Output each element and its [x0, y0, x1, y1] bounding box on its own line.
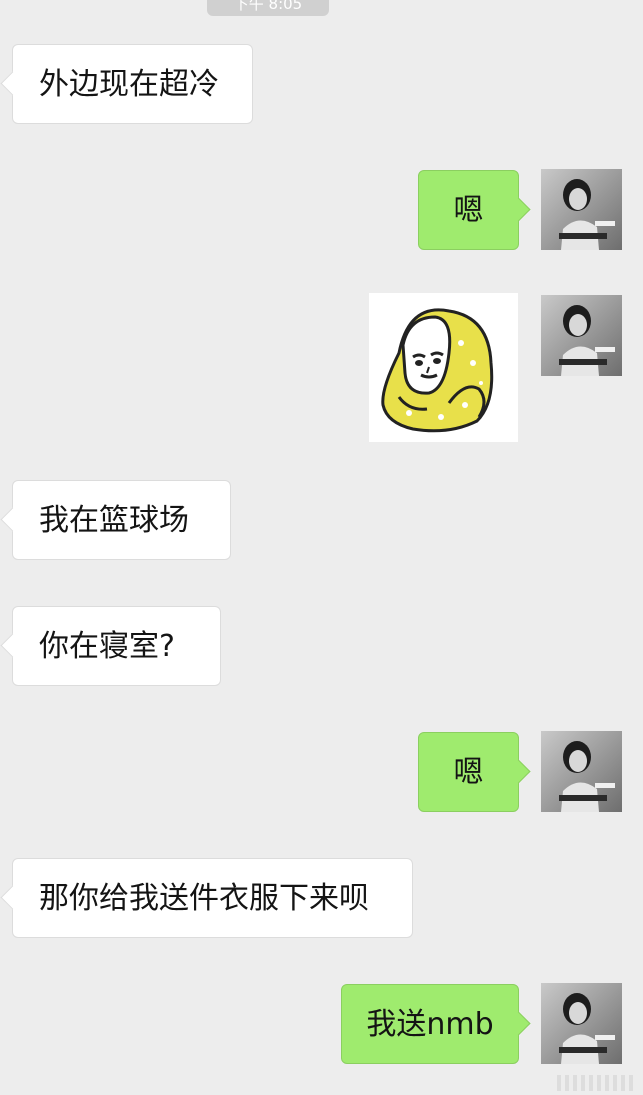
message-bubble-outgoing[interactable]: 我送nmb	[341, 984, 519, 1064]
bw-portrait-avatar-icon	[541, 983, 622, 1064]
sticker-message[interactable]	[369, 293, 518, 442]
blanket-face-sticker	[369, 293, 518, 442]
bw-portrait-avatar-icon	[541, 169, 622, 250]
avatar[interactable]	[541, 169, 622, 250]
avatar[interactable]	[541, 731, 622, 812]
message-bubble-incoming[interactable]: 我在篮球场	[12, 480, 231, 560]
message-bubble-incoming[interactable]: 外边现在超冷	[12, 44, 253, 124]
message-bubble-incoming[interactable]: 你在寝室?	[12, 606, 221, 686]
avatar[interactable]	[541, 983, 622, 1064]
timestamp: 下午 8:05	[207, 0, 329, 16]
bw-portrait-avatar-icon	[541, 731, 622, 812]
message-bubble-incoming[interactable]: 那你给我送件衣服下来呗	[12, 858, 413, 938]
message-bubble-outgoing[interactable]: 嗯	[418, 170, 519, 250]
watermark	[557, 1075, 637, 1091]
avatar[interactable]	[541, 295, 622, 376]
bw-portrait-avatar-icon	[541, 295, 622, 376]
message-bubble-outgoing[interactable]: 嗯	[418, 732, 519, 812]
